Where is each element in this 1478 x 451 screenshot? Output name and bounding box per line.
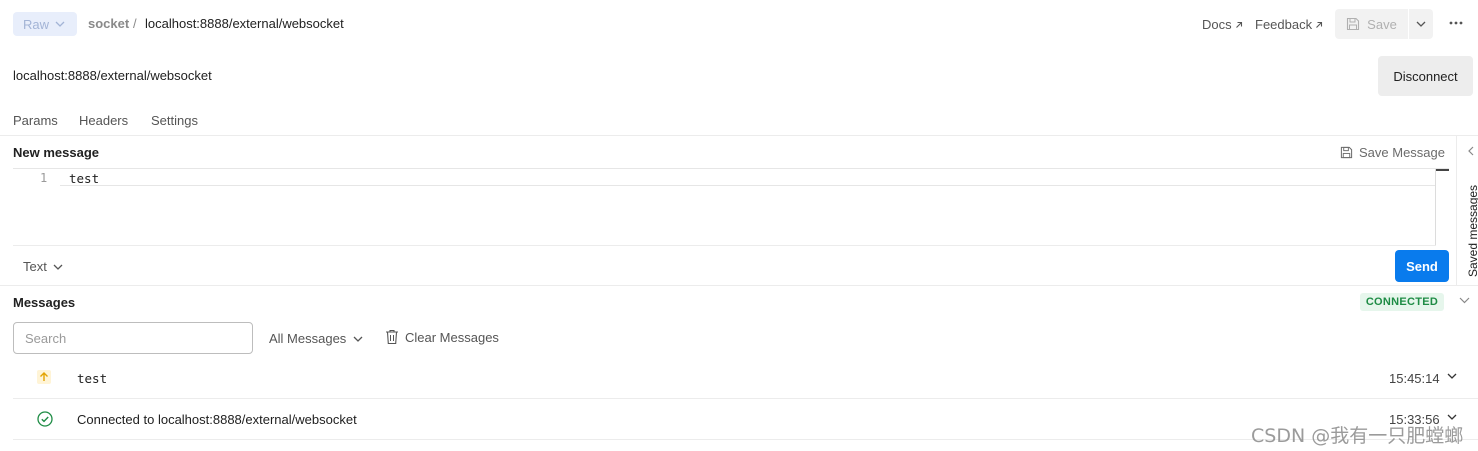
message-format-select[interactable]: Text <box>23 259 63 274</box>
chevron-down-icon[interactable] <box>1447 414 1457 420</box>
external-link-icon <box>1316 21 1323 28</box>
editor-scrollbar[interactable] <box>1435 169 1449 246</box>
chevron-left-icon[interactable] <box>1468 146 1474 156</box>
breadcrumb-current[interactable]: localhost:8888/external/websocket <box>145 16 344 31</box>
chevron-down-icon[interactable] <box>1447 373 1457 379</box>
floppy-disk-icon <box>1347 17 1360 31</box>
message-text: Connected to localhost:8888/external/web… <box>77 412 357 427</box>
chevron-down-icon <box>353 336 363 342</box>
status-badge: CONNECTED <box>1360 293 1444 311</box>
rail-divider <box>1456 135 1457 285</box>
chevron-down-icon <box>1416 21 1426 27</box>
external-link-icon <box>1235 21 1242 28</box>
request-type-label: Raw <box>23 16 50 32</box>
check-circle-icon <box>37 411 53 427</box>
save-options-button[interactable] <box>1409 9 1433 39</box>
divider <box>0 135 1478 136</box>
new-message-title: New message <box>13 145 99 160</box>
breadcrumb-parent[interactable]: socket <box>88 16 129 31</box>
search-input[interactable] <box>13 322 253 354</box>
docs-link[interactable]: Docs <box>1202 17 1243 32</box>
floppy-disk-icon <box>1340 146 1353 159</box>
message-filter-label: All Messages <box>269 331 347 346</box>
chevron-down-icon[interactable] <box>1459 297 1470 304</box>
message-filter-select[interactable]: All Messages <box>269 331 363 346</box>
clear-messages-button[interactable]: Clear Messages <box>385 329 499 345</box>
editor-active-line[interactable] <box>60 169 1436 186</box>
arrow-up-icon <box>37 370 51 384</box>
message-row[interactable]: test 15:45:14 <box>13 358 1478 399</box>
trash-icon <box>386 329 398 345</box>
tab-params[interactable]: Params <box>13 113 58 128</box>
save-message-label: Save Message <box>1359 145 1445 160</box>
editor-border <box>13 245 1436 246</box>
request-type-select[interactable]: Raw <box>13 12 77 36</box>
disconnect-button[interactable]: Disconnect <box>1378 56 1473 96</box>
messages-title: Messages <box>13 295 76 310</box>
editor-scrollbar-thumb[interactable] <box>1436 169 1449 171</box>
watermark: CSDN @我有一只肥螳螂 <box>1251 425 1464 447</box>
docs-label: Docs <box>1202 17 1232 32</box>
url-display[interactable]: localhost:8888/external/websocket <box>13 68 212 83</box>
message-format-label: Text <box>23 259 47 274</box>
tab-headers[interactable]: Headers <box>79 113 128 128</box>
divider <box>0 285 1478 286</box>
feedback-link[interactable]: Feedback <box>1255 17 1323 32</box>
message-text: test <box>77 371 108 386</box>
save-button[interactable]: Save <box>1335 9 1408 39</box>
save-message-button[interactable]: Save Message <box>1340 145 1445 160</box>
message-timestamp: 15:45:14 <box>1389 371 1440 386</box>
breadcrumb-separator: / <box>133 16 137 31</box>
tab-settings[interactable]: Settings <box>151 113 198 128</box>
message-editor-content[interactable]: test <box>69 171 99 186</box>
editor-line-number: 1 <box>40 171 48 185</box>
saved-messages-label: Saved messages <box>1466 184 1478 277</box>
saved-messages-toggle[interactable]: Saved messages <box>1466 180 1478 280</box>
send-button[interactable]: Send <box>1395 250 1449 282</box>
clear-messages-label: Clear Messages <box>405 329 499 345</box>
chevron-down-icon <box>55 21 65 27</box>
save-label: Save <box>1367 16 1397 32</box>
more-options-icon[interactable] <box>1449 21 1463 25</box>
chevron-down-icon <box>53 264 63 270</box>
feedback-label: Feedback <box>1255 17 1313 32</box>
